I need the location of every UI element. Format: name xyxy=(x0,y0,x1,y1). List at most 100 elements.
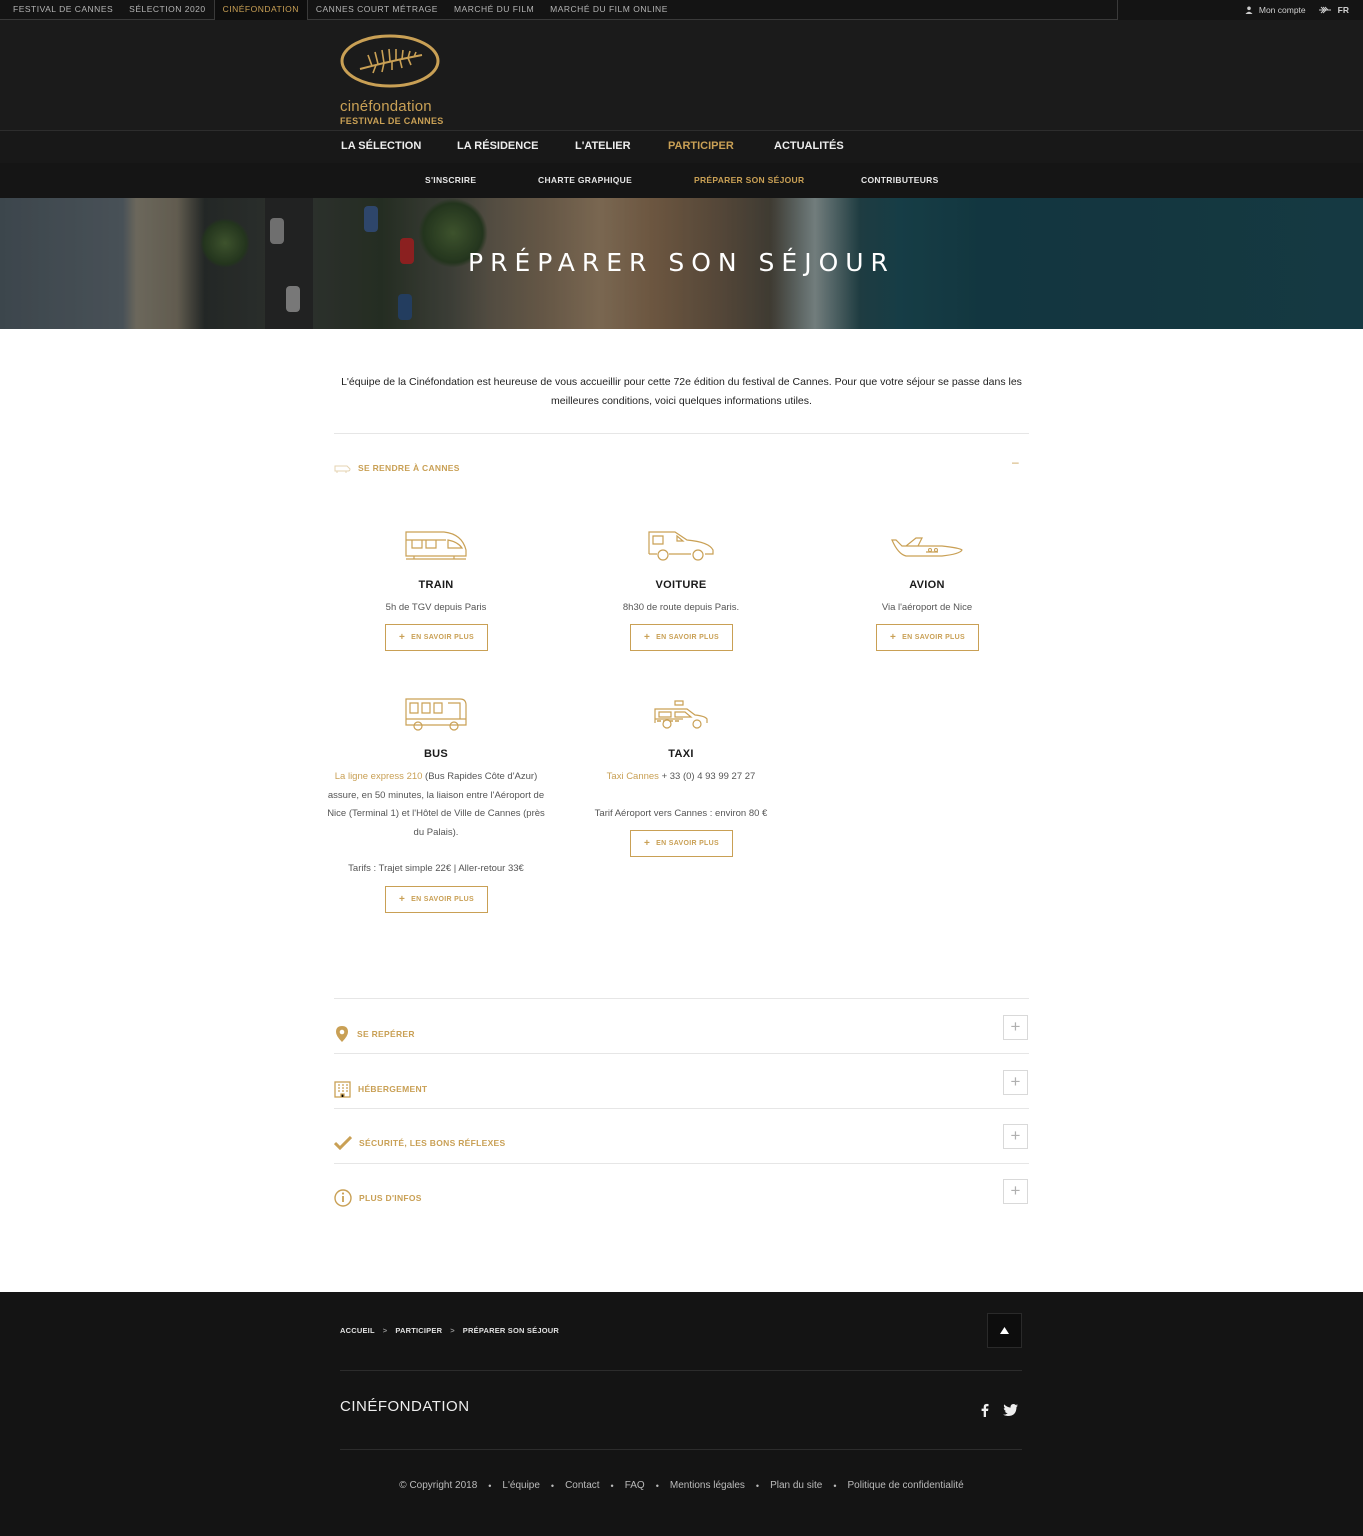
transport-title: VOITURE xyxy=(655,579,707,591)
breadcrumb-participer[interactable]: PARTICIPER xyxy=(395,1326,442,1335)
checkmark-icon xyxy=(334,1136,352,1150)
bus-icon xyxy=(405,698,467,731)
nav-atelier[interactable]: L'ATELIER xyxy=(575,131,631,163)
avion-more-button[interactable]: + EN SAVOIR PLUS xyxy=(876,624,979,651)
bus-line-link[interactable]: La ligne express 210 xyxy=(335,771,423,782)
accordion-header-securite[interactable]: SÉCURITÉ, LES BONS RÉFLEXES xyxy=(334,1133,1029,1153)
breadcrumb-separator: > xyxy=(382,1326,388,1335)
nav-la-residence[interactable]: LA RÉSIDENCE xyxy=(457,131,539,163)
accordion-header-se-reperer[interactable]: SE REPÉRER xyxy=(334,1024,1029,1044)
transport-desc: Via l'aéroport de Nice xyxy=(881,602,973,613)
transport-title: AVION xyxy=(909,579,945,591)
footer-divider xyxy=(340,1370,1022,1371)
intro-text: L'équipe de la Cinéfondation est heureus… xyxy=(341,376,1022,407)
hero-banner: PRÉPARER SON SÉJOUR xyxy=(0,198,1363,329)
network-link-cinefondation[interactable]: CINÉFONDATION xyxy=(213,0,308,20)
transport-desc: La ligne express 210 (Bus Rapides Côte d… xyxy=(327,771,545,838)
expand-toggle[interactable]: + xyxy=(1003,1015,1028,1040)
voiture-more-button[interactable]: + EN SAVOIR PLUS xyxy=(630,624,733,651)
footer-link-plan[interactable]: Plan du site xyxy=(770,1480,822,1491)
logo-wordmark: cinéfondation xyxy=(340,98,432,115)
footer-links: © Copyright 2018 • L'équipe • Contact • FAQ… xyxy=(399,1480,964,1491)
accordion-title: SE RENDRE À CANNES xyxy=(358,463,460,473)
travel-icon xyxy=(334,465,351,473)
transport-prices: Tarifs : Trajet simple 22€ | Aller-retou… xyxy=(348,863,524,874)
footer-divider xyxy=(340,1449,1022,1450)
divider xyxy=(334,1053,1029,1054)
transport-card-voiture: VOITURE 8h30 de route depuis Paris. xyxy=(571,525,791,618)
transport-desc: Taxi Cannes + 33 (0) 4 93 99 27 27 xyxy=(606,771,756,782)
footer-brand: CINÉFONDATION xyxy=(340,1398,470,1415)
account-link[interactable]: Mon compte xyxy=(1245,5,1306,15)
accordion-title: SÉCURITÉ, LES BONS RÉFLEXES xyxy=(359,1138,506,1148)
palm-emblem-icon xyxy=(340,34,440,88)
map-pin-icon xyxy=(336,1026,348,1042)
main-nav: LA SÉLECTION LA RÉSIDENCE L'ATELIER PART… xyxy=(0,131,1363,163)
info-icon xyxy=(334,1189,352,1207)
divider xyxy=(334,1163,1029,1164)
language-selector[interactable]: FR xyxy=(1318,5,1349,15)
train-more-button[interactable]: + EN SAVOIR PLUS xyxy=(385,624,488,651)
back-to-top-button[interactable] xyxy=(987,1313,1022,1348)
accordion-header-hebergement[interactable]: HÉBERGEMENT xyxy=(334,1079,1029,1099)
divider xyxy=(334,1108,1029,1109)
bus-more-button[interactable]: + EN SAVOIR PLUS xyxy=(385,886,488,913)
footer-link-equipe[interactable]: L'équipe xyxy=(502,1480,540,1491)
transport-card-bus: BUS La ligne express 210 (Bus Rapides Cô… xyxy=(326,694,546,879)
expand-toggle[interactable]: + xyxy=(1003,1070,1028,1095)
nav-actualites[interactable]: ACTUALITÉS xyxy=(774,131,844,163)
taxi-icon xyxy=(654,700,708,729)
accordion-header-plus-dinfos[interactable]: PLUS D'INFOS xyxy=(334,1188,1029,1208)
user-icon xyxy=(1245,6,1253,14)
transport-prices: Tarif Aéroport vers Cannes : environ 80 … xyxy=(594,807,768,819)
accordion-title: HÉBERGEMENT xyxy=(358,1084,428,1094)
divider xyxy=(334,998,1029,999)
taxi-more-button[interactable]: + EN SAVOIR PLUS xyxy=(630,830,733,857)
accordion-title: PLUS D'INFOS xyxy=(359,1193,422,1203)
taxi-cannes-link[interactable]: Taxi Cannes xyxy=(607,771,659,782)
transport-desc: 5h de TGV depuis Paris xyxy=(385,602,487,613)
train-icon xyxy=(405,531,467,560)
subnav-charte-graphique[interactable]: CHARTE GRAPHIQUE xyxy=(538,163,632,198)
expand-toggle[interactable]: + xyxy=(1003,1124,1028,1149)
palm-icon xyxy=(1318,6,1331,14)
transport-card-train: TRAIN 5h de TGV depuis Paris xyxy=(326,525,546,618)
network-link-festival[interactable]: FESTIVAL DE CANNES xyxy=(0,0,121,20)
facebook-icon[interactable] xyxy=(981,1403,989,1417)
network-link-marche-online[interactable]: MARCHÉ DU FILM ONLINE xyxy=(542,0,676,20)
nav-participer[interactable]: PARTICIPER xyxy=(668,131,734,163)
divider xyxy=(334,433,1029,434)
breadcrumb-accueil[interactable]: ACCUEIL xyxy=(340,1326,375,1335)
transport-card-taxi: TAXI Taxi Cannes + 33 (0) 4 93 99 27 27 … xyxy=(571,694,791,823)
account-label: Mon compte xyxy=(1258,5,1306,15)
arrow-up-icon xyxy=(1000,1327,1009,1334)
footer-link-mentions[interactable]: Mentions légales xyxy=(670,1480,745,1491)
collapse-toggle[interactable]: – xyxy=(1012,456,1020,468)
expand-toggle[interactable]: + xyxy=(1003,1179,1028,1204)
footer-link-confidentialite[interactable]: Politique de confidentialité xyxy=(848,1480,964,1491)
breadcrumb: ACCUEIL > PARTICIPER > PRÉPARER SON SÉJO… xyxy=(340,1326,559,1335)
transport-desc: 8h30 de route depuis Paris. xyxy=(622,602,740,613)
accordion-header-se-rendre[interactable]: SE RENDRE À CANNES xyxy=(334,458,1029,478)
transport-title: TAXI xyxy=(668,748,694,760)
subnav-sinscrire[interactable]: S'INSCRIRE xyxy=(425,163,476,198)
subnav-contributeurs[interactable]: CONTRIBUTEURS xyxy=(861,163,939,198)
network-link-court-metrage[interactable]: CANNES COURT MÉTRAGE xyxy=(308,0,446,20)
language-label: FR xyxy=(1337,5,1349,15)
copyright-text: © Copyright 2018 xyxy=(399,1480,478,1491)
building-icon xyxy=(334,1080,351,1098)
subnav-preparer-son-sejour[interactable]: PRÉPARER SON SÉJOUR xyxy=(694,163,804,198)
transport-card-avion: AVION Via l'aéroport de Nice xyxy=(817,525,1037,618)
network-link-marche[interactable]: MARCHÉ DU FILM xyxy=(446,0,542,20)
network-link-selection[interactable]: SÉLECTION 2020 xyxy=(121,0,213,20)
transport-title: TRAIN xyxy=(418,579,454,591)
footer-link-faq[interactable]: FAQ xyxy=(625,1480,645,1491)
nav-la-selection[interactable]: LA SÉLECTION xyxy=(341,131,421,163)
twitter-icon[interactable] xyxy=(1003,1404,1018,1416)
logo-subtitle: FESTIVAL DE CANNES xyxy=(340,116,444,126)
top-bar: FESTIVAL DE CANNES SÉLECTION 2020 CINÉFO… xyxy=(0,0,1363,20)
network-nav: FESTIVAL DE CANNES SÉLECTION 2020 CINÉFO… xyxy=(0,0,1118,20)
footer-link-contact[interactable]: Contact xyxy=(565,1480,599,1491)
cinefondation-logo[interactable]: cinéfondation FESTIVAL DE CANNES xyxy=(340,33,460,126)
site-header: cinéfondation FESTIVAL DE CANNES xyxy=(0,20,1363,131)
